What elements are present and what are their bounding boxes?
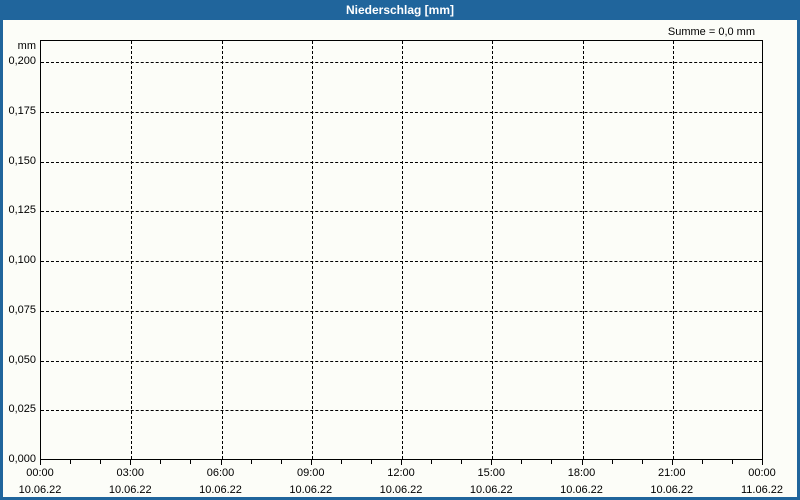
y-axis-tick-label: 0,175 xyxy=(8,104,36,117)
y-axis-tick-label: 0,125 xyxy=(8,204,36,217)
plot-area xyxy=(40,40,763,460)
x-major-tick xyxy=(220,460,222,465)
x-minor-tick xyxy=(250,460,252,464)
x-major-tick xyxy=(130,460,132,465)
x-minor-tick xyxy=(461,460,463,464)
x-minor-tick xyxy=(190,460,192,464)
x-axis-date-label: 10.06.22 xyxy=(18,484,62,496)
x-gridline xyxy=(582,41,584,459)
y-axis-tick-label: 0,075 xyxy=(8,303,36,316)
chart-title-bar: Niederschlag [mm] xyxy=(3,0,797,20)
chart-content: Summe = 0,0 mm mm 0,200 0,175 0,150 0,125 0,… xyxy=(3,20,797,497)
x-gridline xyxy=(492,41,494,459)
x-axis-time-label: 03:00 xyxy=(116,467,145,479)
x-axis-date-label: 10.06.22 xyxy=(469,484,513,496)
x-minor-tick xyxy=(611,460,613,464)
x-minor-tick xyxy=(280,460,282,464)
x-major-tick xyxy=(491,460,493,465)
sum-annotation: Summe = 0,0 mm xyxy=(667,26,755,38)
x-gridline xyxy=(672,41,674,459)
x-major-tick xyxy=(671,460,673,465)
y-axis-tick-label: 0,050 xyxy=(8,353,36,366)
x-gridline xyxy=(131,41,133,459)
x-minor-tick xyxy=(100,460,102,464)
y-axis-tick-label: 0,025 xyxy=(8,403,36,416)
y-axis-tick-label: 0,200 xyxy=(8,55,36,67)
x-minor-tick xyxy=(370,460,372,464)
y-axis-unit-label: mm xyxy=(17,40,36,52)
x-minor-tick xyxy=(521,460,523,464)
x-axis-date-label: 10.06.22 xyxy=(379,484,423,496)
x-axis-time-label: 06:00 xyxy=(206,467,235,479)
x-major-tick xyxy=(401,460,402,465)
x-gridline xyxy=(221,41,223,459)
x-axis-date-label: 11.06.22 xyxy=(740,484,783,496)
x-axis-time-label: 00:00 xyxy=(26,467,54,479)
x-axis-time-label: 09:00 xyxy=(296,467,325,479)
y-axis-tick-label: 0,000 xyxy=(8,453,36,465)
x-major-tick xyxy=(762,460,763,465)
chart-window: Niederschlag [mm] Summe = 0,0 mm mm 0,20… xyxy=(0,0,800,500)
x-axis-time-label: 18:00 xyxy=(567,467,596,479)
x-minor-tick xyxy=(160,460,162,464)
y-axis-tick-label: 0,150 xyxy=(8,154,36,167)
x-minor-tick xyxy=(431,460,433,464)
x-gridline xyxy=(402,41,403,459)
x-major-tick xyxy=(581,460,583,465)
x-major-tick xyxy=(40,460,41,465)
x-axis-date-label: 10.06.22 xyxy=(289,484,333,496)
chart-title: Niederschlag [mm] xyxy=(345,3,455,17)
x-axis-time-label: 12:00 xyxy=(387,467,415,479)
x-minor-tick xyxy=(731,460,733,464)
x-minor-tick xyxy=(641,460,643,464)
x-minor-tick xyxy=(340,460,342,464)
x-minor-tick xyxy=(70,460,72,464)
y-axis-tick-label: 0,100 xyxy=(8,254,36,266)
x-minor-tick xyxy=(551,460,553,464)
x-axis-time-label: 21:00 xyxy=(657,467,686,479)
x-minor-tick xyxy=(701,460,703,464)
x-axis-time-label: 15:00 xyxy=(477,467,506,479)
x-gridline xyxy=(311,41,313,459)
x-axis-date-label: 10.06.22 xyxy=(650,484,694,496)
x-axis-date-label: 10.06.22 xyxy=(199,484,242,496)
x-major-tick xyxy=(310,460,312,465)
x-axis-date-label: 10.06.22 xyxy=(108,484,152,496)
x-axis-date-label: 10.06.22 xyxy=(560,484,603,496)
x-axis-time-label: 00:00 xyxy=(748,467,776,479)
